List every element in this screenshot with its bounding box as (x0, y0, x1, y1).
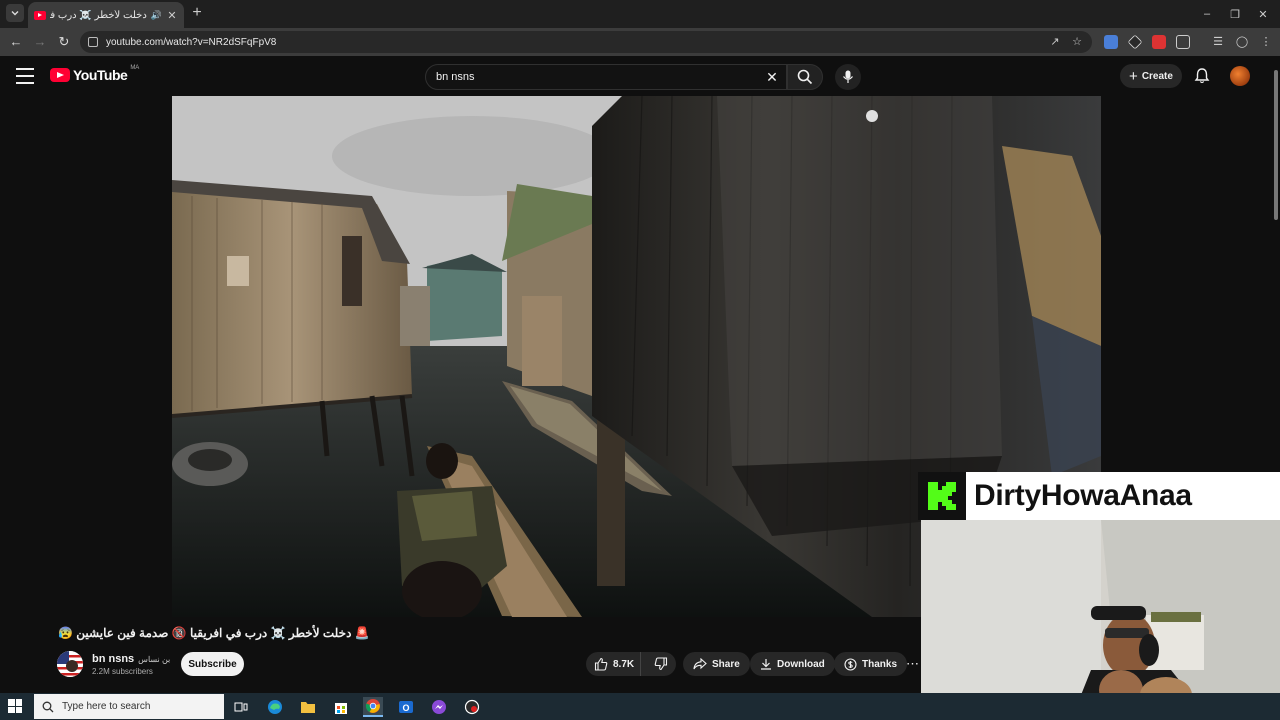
reading-list-icon[interactable]: ☰ (1208, 32, 1228, 52)
browser-toolbar: ← → ↻ youtube.com/watch?v=NR2dSFqFpV8 ↗ … (0, 28, 1280, 56)
channel-avatar[interactable] (57, 651, 83, 677)
create-button[interactable]: + Create (1120, 64, 1182, 88)
close-tab-icon[interactable]: ✕ (166, 9, 178, 22)
profile-icon[interactable]: ◯ (1232, 32, 1252, 52)
more-actions-icon[interactable]: ⋯ (906, 652, 924, 676)
notifications-bell-icon[interactable] (1193, 67, 1211, 85)
messenger-glyph (432, 700, 446, 714)
back-button[interactable]: ← (6, 32, 26, 52)
task-view-glyph (234, 702, 248, 712)
dislike-button[interactable] (646, 652, 676, 676)
chrome-taskbar-icon[interactable] (363, 697, 383, 717)
audio-playing-icon[interactable]: 🔊 (151, 10, 162, 21)
subscriber-count: 2.2M subscribers (92, 667, 153, 676)
file-explorer-icon[interactable] (298, 697, 318, 717)
microsoft-store-icon[interactable] (331, 697, 351, 717)
search-input-value: bn nsns (436, 71, 475, 83)
share-icon (693, 658, 707, 670)
download-button[interactable]: Download (750, 652, 835, 676)
tab-title: دخلت لأخطر ☠️ درب في إفريقيا (50, 9, 147, 21)
thanks-button[interactable]: Thanks (834, 652, 908, 676)
channel-name-text: bn nsns (92, 653, 135, 665)
user-avatar[interactable] (1230, 66, 1250, 86)
scrollbar-thumb[interactable] (1274, 70, 1278, 220)
like-count: 8.7K (613, 658, 635, 670)
browser-tab-strip: دخلت لأخطر ☠️ درب في إفريقيا 🔊 ✕ + – ❐ ✕ (0, 0, 1280, 28)
microphone-icon (843, 70, 853, 83)
windows-taskbar: Type here to search O (0, 693, 1280, 720)
url-text: youtube.com/watch?v=NR2dSFqFpV8 (106, 36, 277, 48)
search-icon (797, 69, 813, 85)
taskbar-search-placeholder: Type here to search (62, 701, 151, 712)
page-scrollbar[interactable] (1272, 56, 1280, 472)
like-dislike-group: 8.7K (586, 652, 676, 676)
edge-glyph (268, 700, 282, 714)
install-app-icon[interactable]: ↗ (1045, 32, 1065, 52)
reload-button[interactable]: ↻ (54, 32, 74, 52)
recording-app-icon[interactable] (462, 697, 482, 717)
search-input[interactable]: bn nsns (425, 64, 787, 90)
translate-extension-icon[interactable] (1104, 35, 1118, 49)
channel-avatar-image (57, 651, 83, 677)
screen: دخلت لأخطر ☠️ درب في إفريقيا 🔊 ✕ + – ❐ ✕… (0, 0, 1280, 720)
create-label: Create (1141, 70, 1173, 82)
messenger-icon[interactable] (429, 697, 449, 717)
thumbs-up-icon (594, 657, 608, 671)
site-info-icon[interactable] (88, 37, 98, 47)
browser-tab-active[interactable]: دخلت لأخطر ☠️ درب في إفريقيا 🔊 ✕ (28, 2, 184, 28)
webcam-frame (921, 520, 1280, 720)
chrome-glyph (365, 699, 380, 713)
kick-logo (918, 472, 966, 520)
recording-glyph (464, 699, 480, 715)
edge-browser-icon[interactable] (265, 697, 285, 717)
browser-menu-icon[interactable]: ⋮ (1256, 32, 1276, 52)
windows-start-icon[interactable] (8, 699, 22, 713)
close-window-button[interactable]: ✕ (1246, 0, 1280, 28)
chevron-down-icon (11, 11, 19, 16)
streamer-banner: DirtyHowaAnaa (918, 472, 1280, 520)
webcam-feed (921, 520, 1280, 720)
folder-glyph (301, 702, 315, 713)
download-label: Download (777, 658, 825, 670)
voice-search-button[interactable] (835, 64, 861, 90)
subscribe-button[interactable]: Subscribe (181, 652, 244, 676)
task-view-icon[interactable] (231, 697, 251, 717)
kick-k-icon (928, 482, 956, 510)
streamer-name: DirtyHowaAnaa (974, 479, 1192, 512)
youtube-logo[interactable]: YouTube MA (50, 65, 140, 83)
new-tab-button[interactable]: + (188, 4, 206, 22)
search-icon (42, 701, 54, 712)
address-bar[interactable]: youtube.com/watch?v=NR2dSFqFpV8 (80, 31, 1092, 53)
outlook-glyph: O (399, 701, 413, 713)
youtube-favicon-icon (34, 10, 46, 20)
tab-search-button[interactable] (6, 4, 24, 22)
share-button[interactable]: Share (683, 652, 750, 676)
video-title: 🚨 دخلت لأخطر ☠️ درب في افريقيا 🔞 صدمة في… (58, 626, 370, 640)
channel-name-arabic: بن نساس (138, 655, 171, 664)
thanks-label: Thanks (862, 658, 898, 670)
menu-icon[interactable] (16, 68, 34, 84)
extensions-puzzle-icon[interactable] (1176, 35, 1190, 49)
share-label: Share (712, 658, 740, 670)
bookmark-star-icon[interactable]: ☆ (1067, 32, 1087, 52)
clear-search-icon[interactable]: ✕ (762, 66, 782, 88)
download-icon (761, 659, 771, 670)
outlook-icon[interactable]: O (396, 697, 416, 717)
youtube-play-icon (50, 68, 70, 82)
channel-name[interactable]: bn nsns بن نساس (92, 653, 170, 665)
extension-red-icon[interactable] (1152, 35, 1166, 49)
plus-icon: + (1129, 67, 1138, 85)
thumbs-down-icon (654, 657, 668, 671)
country-code: MA (130, 65, 140, 71)
forward-button[interactable]: → (30, 32, 50, 52)
svg-text:O: O (402, 703, 409, 713)
youtube-wordmark: YouTube (73, 67, 128, 83)
search-button[interactable] (787, 64, 823, 90)
taskbar-search-box[interactable]: Type here to search (34, 694, 224, 719)
store-glyph (335, 703, 347, 714)
thanks-icon (844, 657, 857, 671)
subscribe-label: Subscribe (188, 658, 237, 670)
like-button[interactable]: 8.7K (586, 652, 641, 676)
extension-diamond-icon[interactable] (1127, 34, 1143, 50)
